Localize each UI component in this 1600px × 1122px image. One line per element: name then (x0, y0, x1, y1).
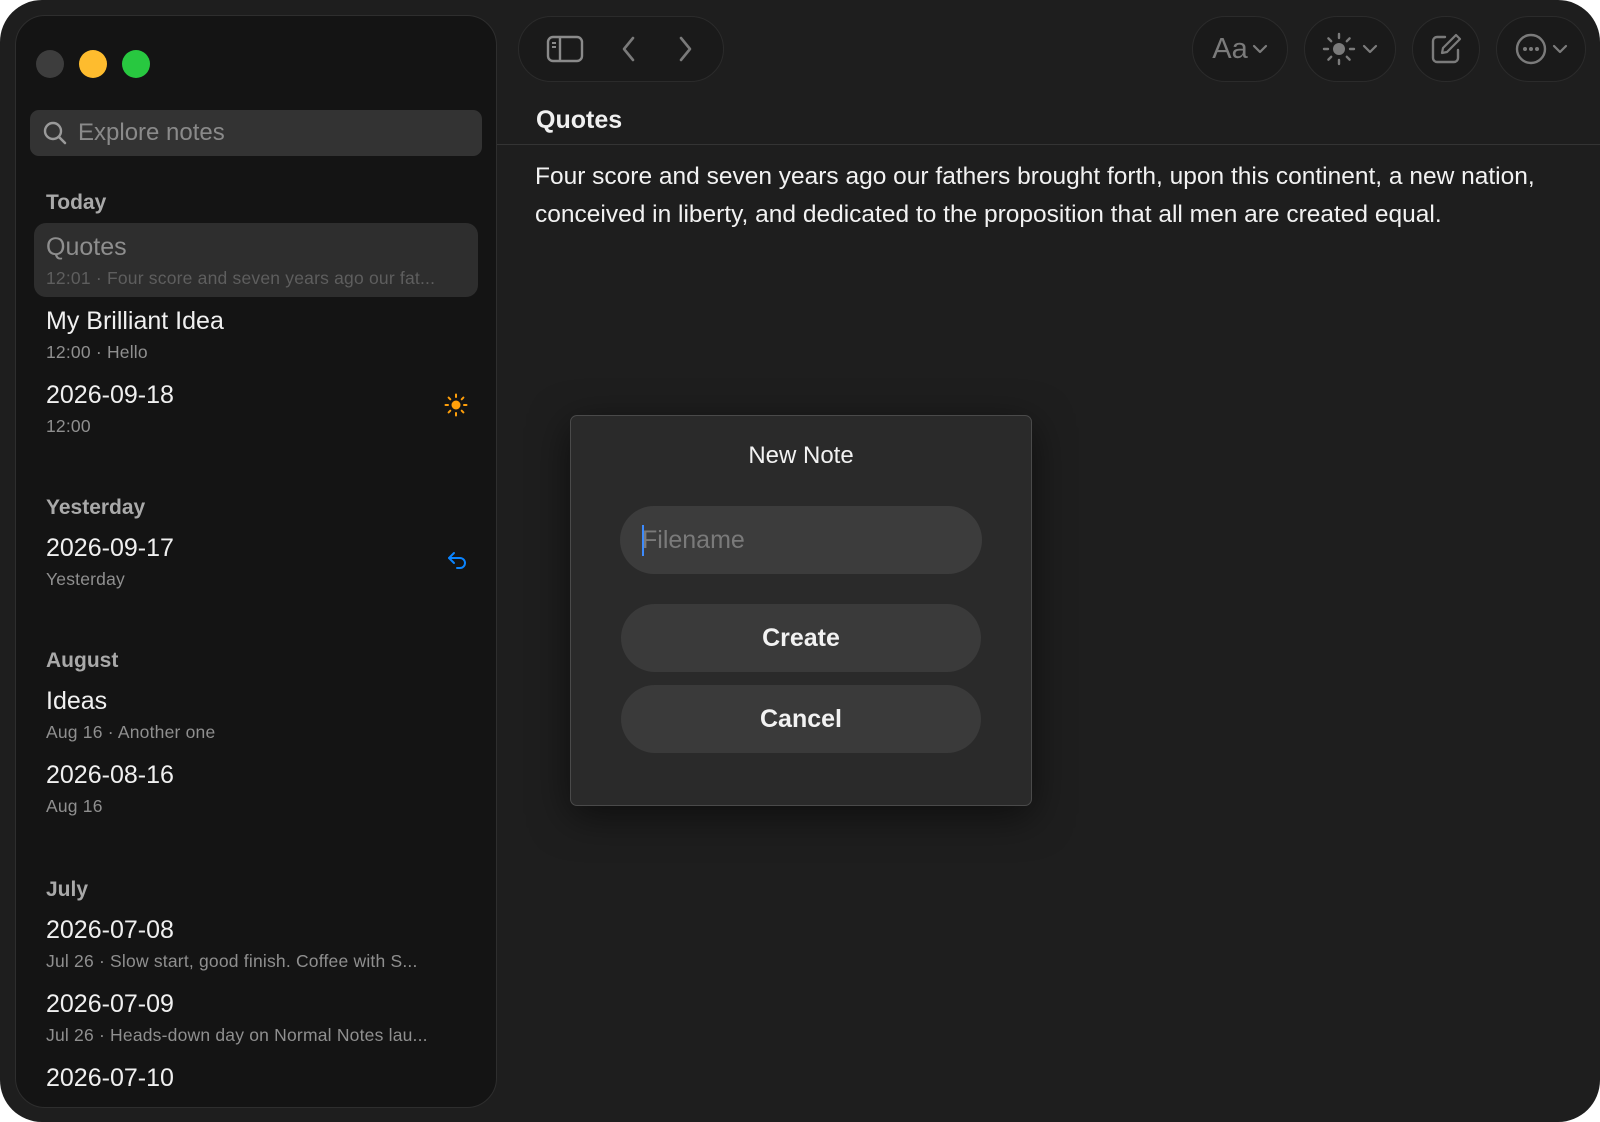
app-window: Today Quotes 12:01 · Four score and seve… (0, 0, 1600, 1122)
note-item-title: Quotes (46, 233, 127, 261)
ellipsis-circle-icon (1515, 33, 1547, 65)
note-item-my-brilliant-idea[interactable]: My Brilliant Idea 12:00 · Hello (34, 297, 478, 371)
note-item-subtitle: Aug 16 · Another one (46, 722, 216, 742)
section-header-august: August (46, 649, 119, 672)
note-item-ideas[interactable]: Ideas Aug 16 · Another one (34, 677, 478, 751)
close-window-button[interactable] (36, 50, 64, 78)
note-item-subtitle: Jul 26 · Slow start, good finish. Coffee… (46, 951, 418, 971)
new-note-button[interactable] (1412, 16, 1480, 82)
theme-button[interactable] (1304, 16, 1396, 82)
sun-icon (1322, 32, 1356, 66)
new-note-dialog: New Note Create Cancel (570, 415, 1032, 806)
note-item-title: 2026-07-10 (46, 1064, 174, 1092)
font-button[interactable]: Aa (1192, 16, 1288, 82)
chevron-right-icon[interactable] (674, 34, 696, 64)
dialog-title: New Note (748, 442, 854, 469)
note-item-title: 2026-09-17 (46, 534, 174, 562)
chevron-down-icon (1552, 44, 1568, 54)
navigation-group (518, 16, 724, 82)
chevron-down-icon (1362, 44, 1378, 54)
cancel-button[interactable]: Cancel (621, 685, 981, 753)
note-item-title: Ideas (46, 687, 108, 715)
note-item-subtitle: Aug 16 (46, 796, 103, 816)
chevron-down-icon (1252, 44, 1267, 54)
note-item-subtitle: 12:00 (46, 416, 91, 436)
note-item-2026-08-16[interactable]: 2026-08-16 Aug 16 (34, 751, 478, 825)
search-bar[interactable] (30, 110, 482, 156)
filename-input[interactable] (620, 506, 982, 574)
section-header-yesterday: Yesterday (46, 496, 146, 519)
section-header-july: July (46, 878, 89, 901)
sidebar-toggle-icon[interactable] (546, 34, 584, 64)
note-item-title: 2026-09-18 (46, 381, 174, 409)
sidebar: Today Quotes 12:01 · Four score and seve… (15, 15, 497, 1108)
divider (497, 144, 1600, 145)
note-item-subtitle: 12:01 · Four score and seven years ago o… (46, 268, 436, 288)
search-input[interactable] (76, 118, 460, 148)
note-item-2026-07-09[interactable]: 2026-07-09 Jul 26 · Heads-down day on No… (34, 980, 478, 1054)
search-icon (43, 121, 67, 145)
note-item-title: 2026-08-16 (46, 761, 174, 789)
note-item-title: 2026-07-08 (46, 916, 174, 944)
note-title: Quotes (536, 106, 623, 134)
text-caret (642, 525, 644, 556)
note-item-2026-07-10[interactable]: 2026-07-10 (34, 1054, 478, 1107)
note-item-2026-09-17[interactable]: 2026-09-17 Yesterday (34, 524, 478, 598)
note-item-subtitle: Jul 26 · Heads-down day on Normal Notes … (46, 1025, 428, 1045)
section-header-today: Today (46, 191, 107, 214)
minimize-window-button[interactable] (79, 50, 107, 78)
chevron-left-icon[interactable] (618, 34, 640, 64)
note-item-2026-09-18[interactable]: 2026-09-18 12:00 (34, 371, 478, 445)
create-button[interactable]: Create (621, 604, 981, 672)
more-options-button[interactable] (1496, 16, 1586, 82)
maximize-window-button[interactable] (122, 50, 150, 78)
note-item-title: My Brilliant Idea (46, 307, 224, 335)
note-item-subtitle: Yesterday (46, 569, 125, 589)
note-item-2026-07-08[interactable]: 2026-07-08 Jul 26 · Slow start, good fin… (34, 906, 478, 980)
note-item-subtitle: 12:00 · Hello (46, 342, 148, 362)
font-label: Aa (1212, 32, 1248, 65)
compose-icon (1431, 33, 1462, 64)
undo-arrow-icon (448, 552, 466, 569)
note-item-title: 2026-07-09 (46, 990, 174, 1018)
note-body[interactable]: Four score and seven years ago our fathe… (535, 158, 1545, 233)
sun-icon (444, 393, 468, 417)
note-item-quotes[interactable]: Quotes 12:01 · Four score and seven year… (34, 223, 478, 297)
